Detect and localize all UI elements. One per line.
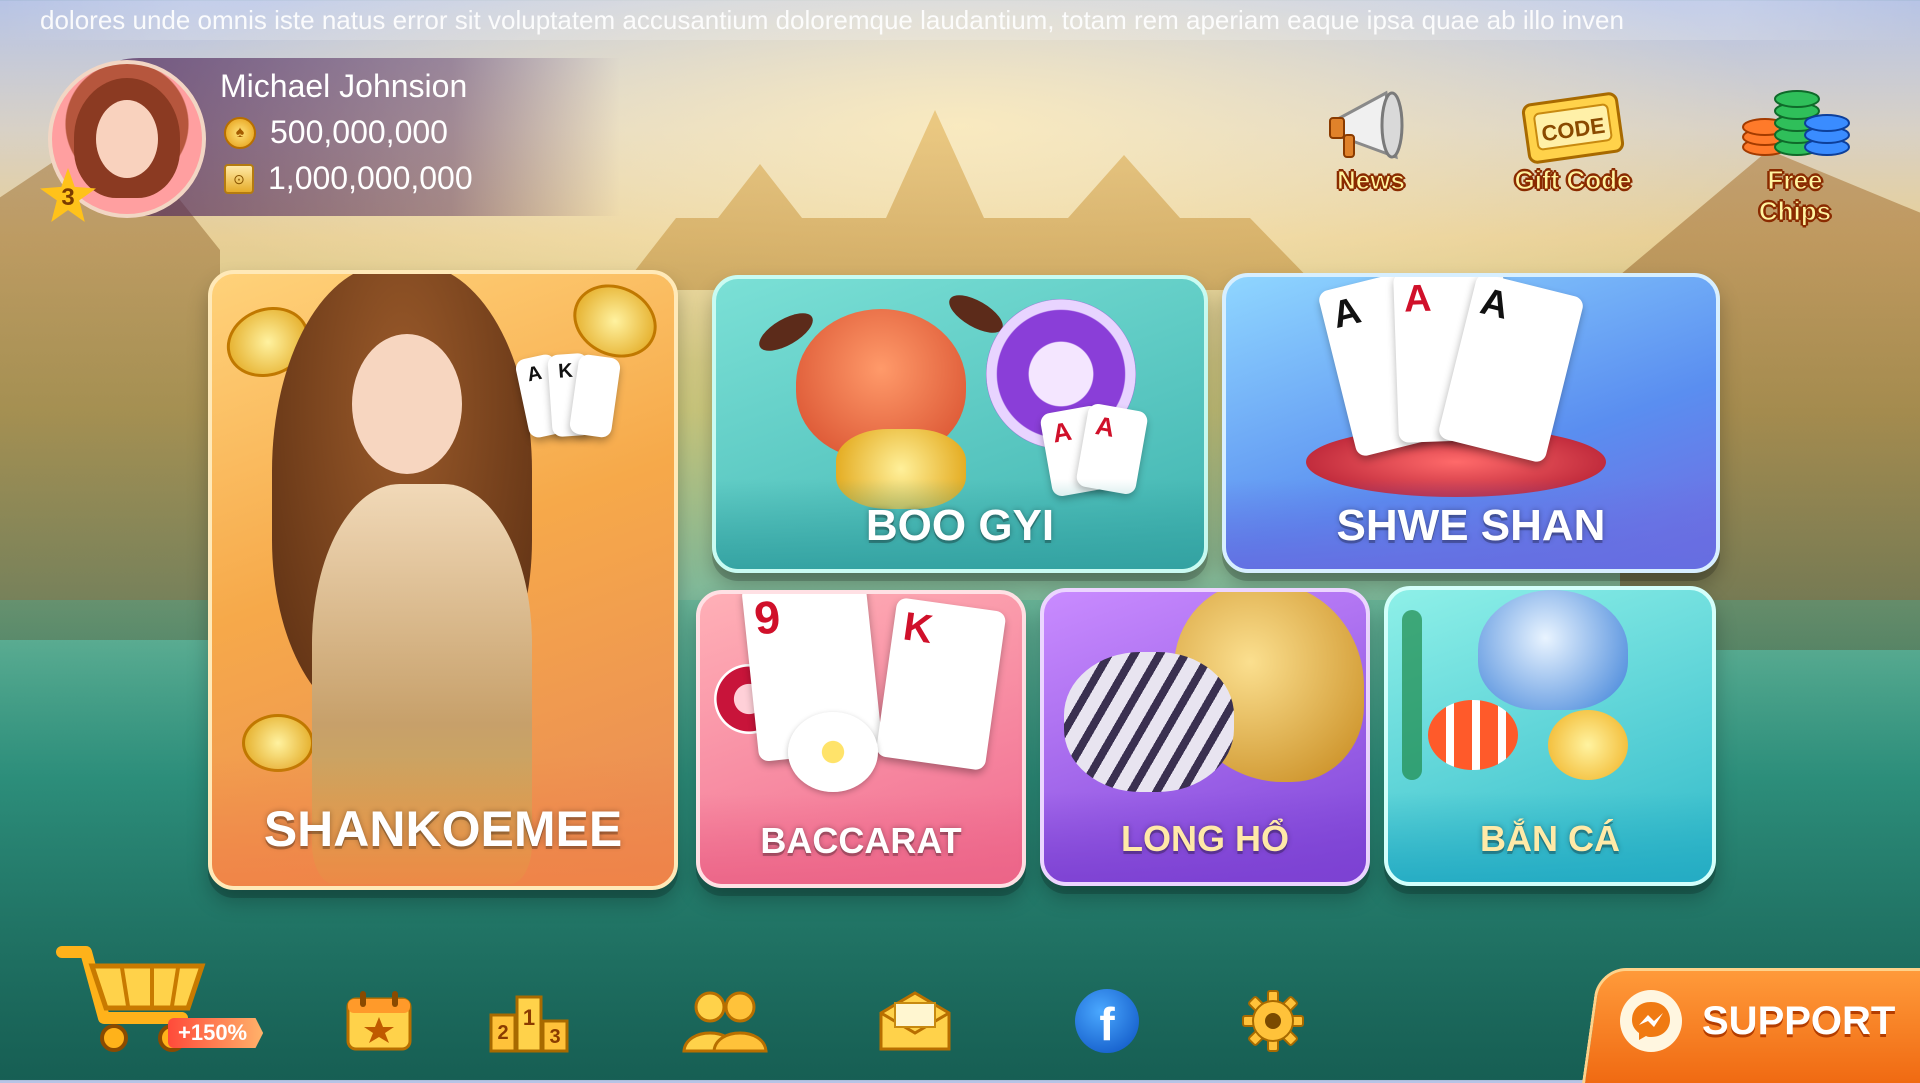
facebook-button[interactable]: f	[1062, 985, 1152, 1057]
settings-button[interactable]	[1228, 985, 1318, 1057]
gift-code-label: Gift Code	[1514, 165, 1632, 196]
card-rank-text: A	[1050, 415, 1074, 449]
ticket-balance: ⊙ 1,000,000,000	[224, 160, 473, 197]
coin-balance: ♠ 500,000,000	[224, 114, 448, 151]
coin-icon: ♠	[224, 116, 256, 149]
shark-icon	[1478, 590, 1628, 710]
card-rank-text: A	[525, 361, 544, 387]
clownfish-icon	[1428, 700, 1518, 770]
flower-decoration-icon	[788, 712, 878, 792]
game-name-long-ho: LONG HỔ	[1121, 818, 1289, 859]
game-tile-ban-ca[interactable]: BẮN CÁ	[1384, 586, 1716, 886]
daily-checkin-button[interactable]	[334, 985, 424, 1057]
game-name-shankoemee: SHANKOEMEE	[263, 801, 623, 857]
facebook-letter: f	[1099, 998, 1115, 1050]
megaphone-icon	[1306, 90, 1436, 165]
gear-icon	[1242, 990, 1304, 1052]
card-rank-text: K	[900, 604, 936, 653]
news-label: News	[1337, 165, 1406, 196]
gift-code-ticket-icon: CODE	[1508, 90, 1638, 165]
podium-second-digit: 2	[497, 1022, 508, 1044]
game-name-shwe-shan: SHWE SHAN	[1336, 501, 1606, 550]
free-chips-button[interactable]: Free Chips	[1730, 90, 1860, 227]
seaweed-icon	[1402, 610, 1422, 780]
calendar-star-icon	[346, 991, 412, 1051]
messenger-icon	[1620, 990, 1682, 1052]
card-rank-text: A	[1328, 289, 1366, 337]
card-rank-text: 9	[751, 590, 783, 645]
game-name-baccarat: BACCARAT	[760, 820, 962, 861]
dealer-face	[352, 334, 462, 474]
mail-button[interactable]	[870, 985, 960, 1057]
card-rank-text: K	[557, 359, 574, 383]
card-rank-text: A	[1476, 280, 1514, 328]
game-tile-long-ho[interactable]: LONG HỔ	[1040, 588, 1370, 886]
game-tile-shankoemee[interactable]: A K SHANKOEMEE	[208, 270, 678, 890]
gift-code-button[interactable]: CODE Gift Code	[1508, 90, 1638, 196]
podium-third-digit: 3	[549, 1026, 560, 1048]
announcement-marquee: dolores unde omnis iste natus error sit …	[0, 0, 1920, 40]
game-tile-shwe-shan[interactable]: A A A SHWE SHAN	[1222, 273, 1720, 573]
playing-card-king-hearts: K	[875, 597, 1007, 771]
level-number: 3	[61, 184, 75, 211]
podium-first-digit: 1	[523, 1005, 535, 1030]
card-rank-text: A	[1403, 277, 1433, 321]
coin-amount: 500,000,000	[270, 114, 448, 150]
leaderboard-button[interactable]: 2 1 3	[484, 985, 574, 1057]
chip-stack-icon	[1730, 90, 1860, 165]
tiger-icon	[1064, 652, 1234, 792]
facebook-icon: f	[1075, 989, 1139, 1053]
friends-button[interactable]	[680, 985, 770, 1057]
pufferfish-icon	[1548, 710, 1628, 780]
support-button[interactable]: SUPPORT	[1620, 990, 1895, 1052]
support-label: SUPPORT	[1702, 998, 1896, 1043]
game-tile-boo-gyi[interactable]: A A BOO GYI	[712, 275, 1208, 573]
marquee-text: dolores unde omnis iste natus error sit …	[40, 5, 1624, 35]
game-name-boo-gyi: BOO GYI	[865, 501, 1055, 550]
news-button[interactable]: News	[1306, 90, 1436, 196]
shop-bonus-badge: +150%	[168, 1018, 264, 1048]
podium-icon: 2 1 3	[489, 995, 569, 1053]
mail-envelope-icon	[879, 991, 951, 1051]
ticket-icon: ⊙	[224, 163, 254, 194]
free-chips-label: Free Chips	[1758, 165, 1832, 227]
player-name: Michael Johnsion	[220, 68, 468, 104]
game-name-ban-ca: BẮN CÁ	[1480, 818, 1620, 859]
ticket-amount: 1,000,000,000	[268, 160, 473, 196]
avatar-face	[96, 100, 158, 178]
game-tile-baccarat[interactable]: 9 K BACCARAT	[696, 590, 1026, 888]
card-rank-text: A	[1093, 410, 1118, 443]
friends-icon	[682, 991, 768, 1053]
